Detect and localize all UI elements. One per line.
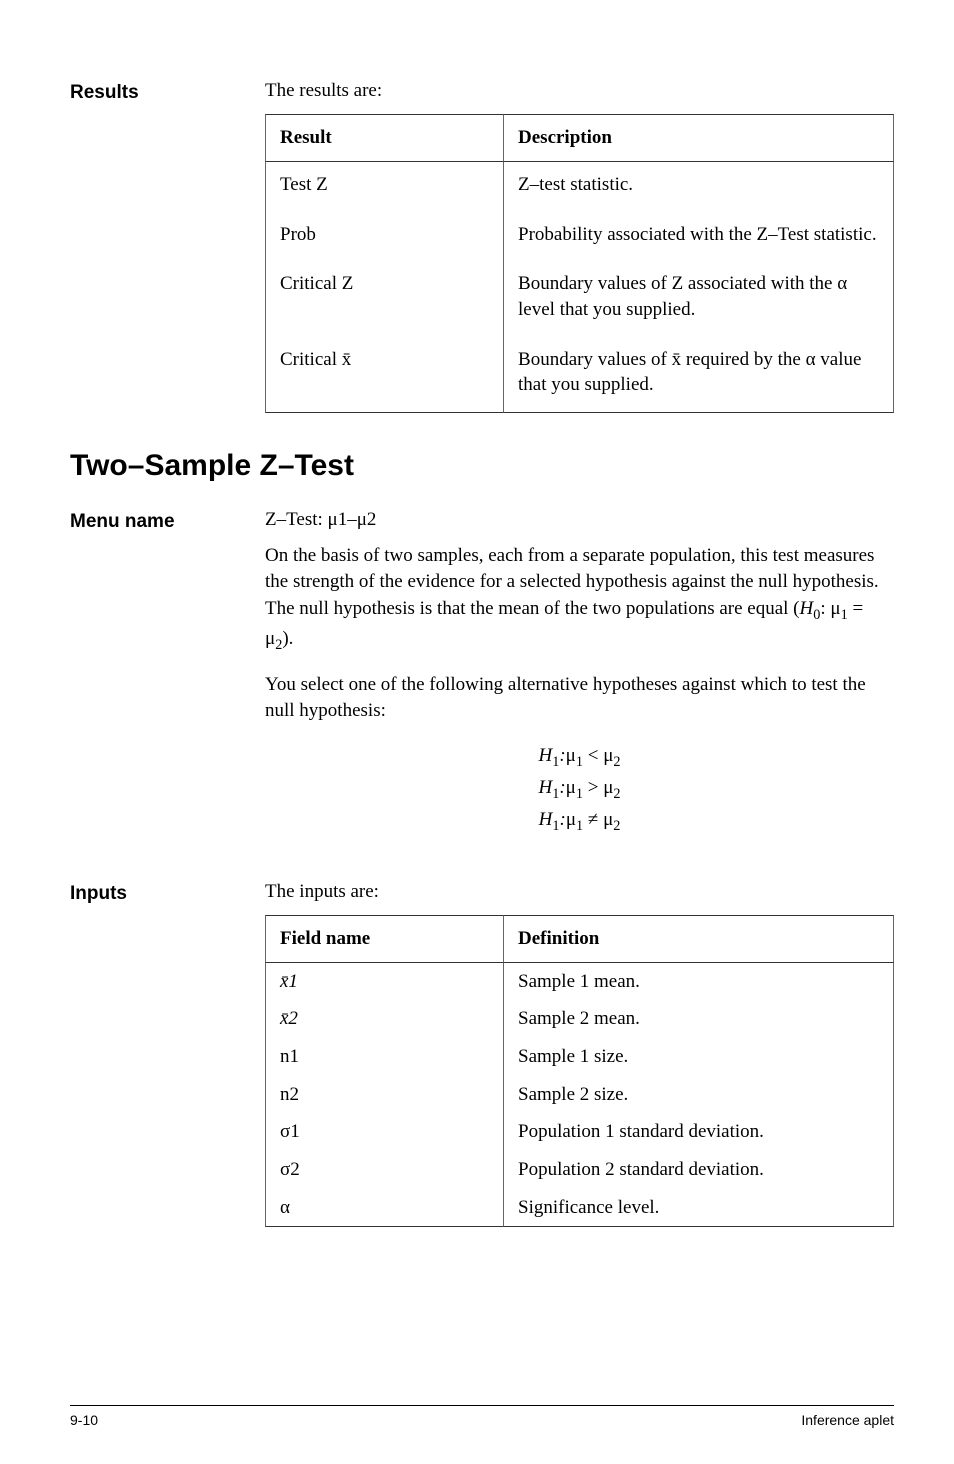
table-row: Test ZZ–test statistic.	[265, 162, 894, 212]
results-content: The results are: Result Description Test…	[265, 80, 894, 413]
input-definition: Population 2 standard deviation.	[504, 1151, 894, 1189]
input-field-name: n2	[265, 1076, 504, 1114]
input-definition: Sample 1 size.	[504, 1038, 894, 1076]
results-section: Results The results are: Result Descript…	[70, 80, 894, 413]
results-table: Result Description Test ZZ–test statisti…	[265, 114, 894, 413]
table-row: σ2Population 2 standard deviation.	[265, 1151, 894, 1189]
table-row: Critical x̄Boundary values of x̄ require…	[265, 337, 894, 413]
menu-para2: You select one of the following alternat…	[265, 672, 894, 725]
menu-name: Z–Test: μ1–μ2	[265, 509, 894, 531]
inputs-header-field: Field name	[265, 915, 504, 963]
table-row: ProbProbability associated with the Z–Te…	[265, 212, 894, 262]
input-field-name: n1	[265, 1038, 504, 1076]
page-number: 9-10	[70, 1412, 98, 1428]
table-row: x̄1Sample 1 mean.	[265, 963, 894, 1001]
menu-para1: On the basis of two samples, each from a…	[265, 543, 894, 656]
inputs-content: The inputs are: Field name Definition x̄…	[265, 881, 894, 1227]
input-definition: Sample 2 mean.	[504, 1000, 894, 1038]
inputs-header-definition: Definition	[504, 915, 894, 963]
result-name: Critical Z	[265, 261, 504, 336]
result-desc: Z–test statistic.	[504, 162, 894, 212]
input-definition: Sample 2 size.	[504, 1076, 894, 1114]
table-row: n1Sample 1 size.	[265, 1038, 894, 1076]
input-definition: Population 1 standard deviation.	[504, 1113, 894, 1151]
input-field-name: α	[265, 1189, 504, 1228]
results-header-description: Description	[504, 114, 894, 162]
result-desc: Boundary values of x̄ required by the α …	[504, 337, 894, 413]
inputs-intro: The inputs are:	[265, 881, 894, 903]
table-row: αSignificance level.	[265, 1189, 894, 1228]
menu-content: Z–Test: μ1–μ2 On the basis of two sample…	[265, 509, 894, 861]
section-heading: Two–Sample Z–Test	[70, 449, 894, 483]
menu-section: Menu name Z–Test: μ1–μ2 On the basis of …	[70, 509, 894, 861]
input-field-name: x̄1	[265, 963, 504, 1001]
input-field-name: x̄2	[265, 1000, 504, 1038]
input-field-name: σ2	[265, 1151, 504, 1189]
inputs-section: Inputs The inputs are: Field name Defini…	[70, 881, 894, 1227]
input-field-name: σ1	[265, 1113, 504, 1151]
results-header-result: Result	[265, 114, 504, 162]
table-row: Critical ZBoundary values of Z associate…	[265, 261, 894, 336]
page-footer: 9-10 Inference aplet	[70, 1405, 894, 1428]
result-name: Test Z	[265, 162, 504, 212]
input-definition: Sample 1 mean.	[504, 963, 894, 1001]
hypothesis-2: H1:μ1 > μ2	[265, 773, 894, 805]
result-name: Prob	[265, 212, 504, 262]
results-intro: The results are:	[265, 80, 894, 102]
table-row: x̄2Sample 2 mean.	[265, 1000, 894, 1038]
hypotheses-list: H1:μ1 < μ2 H1:μ1 > μ2 H1:μ1 ≠ μ2	[265, 741, 894, 837]
menu-label: Menu name	[70, 509, 265, 861]
hypothesis-3: H1:μ1 ≠ μ2	[265, 805, 894, 837]
hypothesis-1: H1:μ1 < μ2	[265, 741, 894, 773]
inputs-label: Inputs	[70, 881, 265, 1227]
footer-title: Inference aplet	[801, 1412, 894, 1428]
inputs-table: Field name Definition x̄1Sample 1 mean.x…	[265, 915, 894, 1227]
result-name: Critical x̄	[265, 337, 504, 413]
input-definition: Significance level.	[504, 1189, 894, 1228]
table-row: n2Sample 2 size.	[265, 1076, 894, 1114]
results-label: Results	[70, 80, 265, 413]
table-row: σ1Population 1 standard deviation.	[265, 1113, 894, 1151]
result-desc: Probability associated with the Z–Test s…	[504, 212, 894, 262]
result-desc: Boundary values of Z associated with the…	[504, 261, 894, 336]
